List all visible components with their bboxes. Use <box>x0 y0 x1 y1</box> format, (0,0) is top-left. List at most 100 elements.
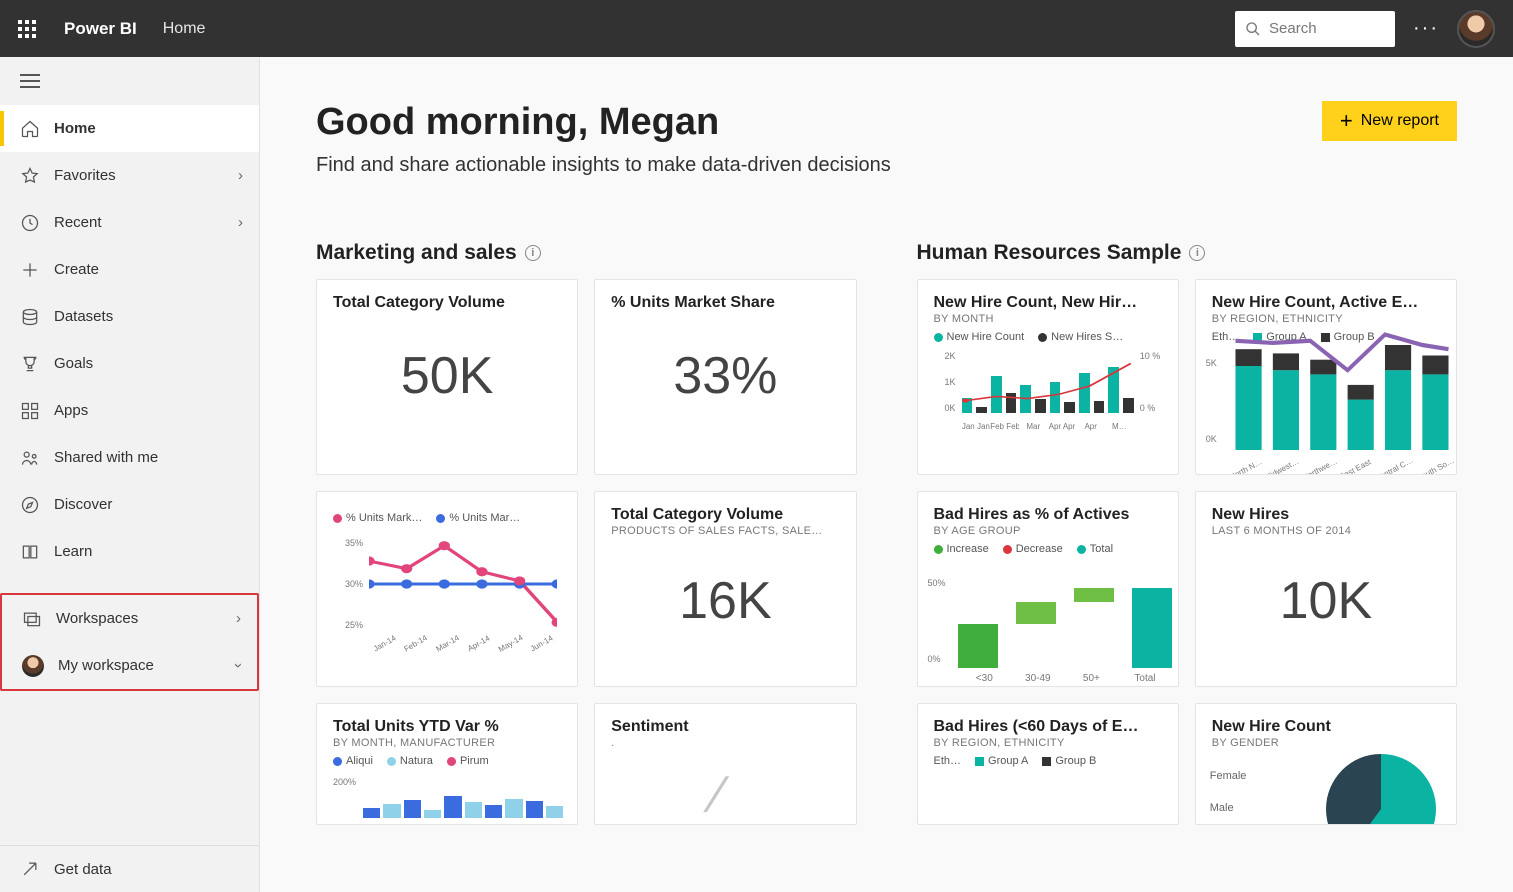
nav-favorites[interactable]: Favorites › <box>0 152 259 199</box>
nav-label: Datasets <box>54 308 113 325</box>
axis-tick: 200% <box>333 777 561 787</box>
nav-label: Apps <box>54 402 88 419</box>
card-title: % Units Market Share <box>611 294 839 312</box>
card-total-category-volume-16k[interactable]: Total Category Volume PRODUCTS OF SALES … <box>594 491 856 687</box>
card-subtitle: BY AGE GROUP <box>934 525 1162 537</box>
card-subtitle: LAST 6 MONTHS OF 2014 <box>1212 525 1440 537</box>
card-title: New Hire Count <box>1212 718 1440 736</box>
greeting: Good morning, Megan <box>316 101 891 144</box>
nav-label: Create <box>54 261 99 278</box>
book-icon <box>20 542 40 562</box>
plus-icon: + <box>1340 110 1353 132</box>
card-title: Total Category Volume <box>333 294 561 312</box>
clock-icon <box>20 213 40 233</box>
search-icon <box>1245 21 1261 37</box>
search-placeholder: Search <box>1269 20 1317 37</box>
axis-tick: 5K <box>1206 358 1217 368</box>
section-marketing: Marketing and sales i Total Category Vol… <box>316 241 857 825</box>
card-title: New Hires <box>1212 506 1440 524</box>
more-icon[interactable]: ··· <box>1413 17 1439 40</box>
card-bad-hires-region[interactable]: Bad Hires (<60 Days of E… BY REGION, ETH… <box>917 703 1179 825</box>
avatar[interactable] <box>1457 10 1495 48</box>
database-icon <box>20 307 40 327</box>
breadcrumb[interactable]: Home <box>163 20 206 38</box>
chevron-down-icon: › <box>230 663 247 668</box>
card-value: 50K <box>333 346 561 406</box>
legend-item: Pirum <box>460 755 489 767</box>
nav-label: Home <box>54 120 96 137</box>
trophy-icon <box>20 354 40 374</box>
card-new-hire-gender[interactable]: New Hire Count BY GENDER Female Male <box>1195 703 1457 825</box>
new-report-button[interactable]: + New report <box>1322 101 1457 141</box>
nav-recent[interactable]: Recent › <box>0 199 259 246</box>
nav-label: Goals <box>54 355 93 372</box>
legend-item: New Hire Count <box>947 331 1025 343</box>
legend-item: Eth… <box>934 755 962 767</box>
info-icon[interactable]: i <box>1189 245 1205 261</box>
card-title: Bad Hires (<60 Days of E… <box>934 718 1162 736</box>
nav-my-workspace[interactable]: My workspace › <box>2 642 257 689</box>
card-subtitle: BY MONTH <box>934 313 1162 325</box>
new-report-label: New report <box>1361 112 1439 130</box>
section-hr: Human Resources Sample i New Hire Count,… <box>917 241 1458 825</box>
legend-item: Group A <box>988 755 1028 767</box>
main-content: Good morning, Megan Find and share actio… <box>260 57 1513 892</box>
card-units-trend[interactable]: % Units Mark… % Units Mar… 35%30%25% <box>316 491 578 687</box>
nav-label: Get data <box>54 861 112 878</box>
nav-home[interactable]: Home <box>0 105 259 152</box>
pie-chart <box>1326 754 1436 825</box>
nav-datasets[interactable]: Datasets <box>0 293 259 340</box>
subtitle: Find and share actionable insights to ma… <box>316 154 891 177</box>
card-title: New Hire Count, Active E… <box>1212 294 1440 312</box>
card-title: New Hire Count, New Hir… <box>934 294 1162 312</box>
workspaces-icon <box>22 609 42 629</box>
nav-apps[interactable]: Apps <box>0 387 259 434</box>
hamburger-icon <box>20 74 40 88</box>
card-title: Total Units YTD Var % <box>333 718 561 736</box>
section-title: Marketing and sales <box>316 241 517 265</box>
nav-discover[interactable]: Discover <box>0 481 259 528</box>
card-total-category-volume[interactable]: Total Category Volume 50K <box>316 279 578 475</box>
legend-item: Aliqui <box>346 755 373 767</box>
legend-item: % Units Mar… <box>449 512 520 524</box>
legend-item: % Units Mark… <box>346 512 422 524</box>
card-sentiment[interactable]: Sentiment . ⁄ ⁣ <box>594 703 856 825</box>
card-total-units-ytd[interactable]: Total Units YTD Var % BY MONTH, MANUFACT… <box>316 703 578 825</box>
chevron-right-icon: › <box>238 214 243 231</box>
card-subtitle: . <box>611 737 839 749</box>
axis-tick: 0% <box>928 654 941 664</box>
card-new-hire-count-month[interactable]: New Hire Count, New Hir… BY MONTH New Hi… <box>917 279 1179 475</box>
card-subtitle: PRODUCTS OF SALES FACTS, SALE… <box>611 525 839 537</box>
card-subtitle: BY GENDER <box>1212 737 1440 749</box>
card-value: 33% <box>611 346 839 406</box>
nav-label: Recent <box>54 214 102 231</box>
card-value: 16K <box>611 571 839 631</box>
card-new-hires-10k[interactable]: New Hires LAST 6 MONTHS OF 2014 10K <box>1195 491 1457 687</box>
line-chart <box>369 538 557 630</box>
nav-create[interactable]: Create <box>0 246 259 293</box>
nav-shared[interactable]: Shared with me <box>0 434 259 481</box>
search-input[interactable]: Search <box>1235 11 1395 47</box>
nav-learn[interactable]: Learn <box>0 528 259 575</box>
card-new-hire-region[interactable]: New Hire Count, Active E… BY REGION, ETH… <box>1195 279 1457 475</box>
nav-get-data[interactable]: Get data <box>0 845 259 892</box>
star-icon <box>20 166 40 186</box>
nav-goals[interactable]: Goals <box>0 340 259 387</box>
legend-item: Group B <box>1055 755 1096 767</box>
app-launcher-icon[interactable] <box>18 20 36 38</box>
card-bad-hires-age[interactable]: Bad Hires as % of Actives BY AGE GROUP I… <box>917 491 1179 687</box>
card-title: Bad Hires as % of Actives <box>934 506 1162 524</box>
brand: Power BI <box>64 19 137 39</box>
nav-workspaces[interactable]: Workspaces › <box>2 595 257 642</box>
pie-labels: Female Male <box>1210 770 1247 814</box>
collapse-nav-button[interactable] <box>0 57 259 105</box>
shared-icon <box>20 448 40 468</box>
nav-label: Shared with me <box>54 449 158 466</box>
card-value: ⁄ ⁣ <box>611 765 839 825</box>
section-title: Human Resources Sample <box>917 241 1182 265</box>
info-icon[interactable]: i <box>525 245 541 261</box>
card-units-market-share[interactable]: % Units Market Share 33% <box>594 279 856 475</box>
get-data-icon <box>20 859 40 879</box>
workspaces-highlight: Workspaces › My workspace › <box>0 593 259 691</box>
axis-tick: 0K <box>1206 434 1217 444</box>
